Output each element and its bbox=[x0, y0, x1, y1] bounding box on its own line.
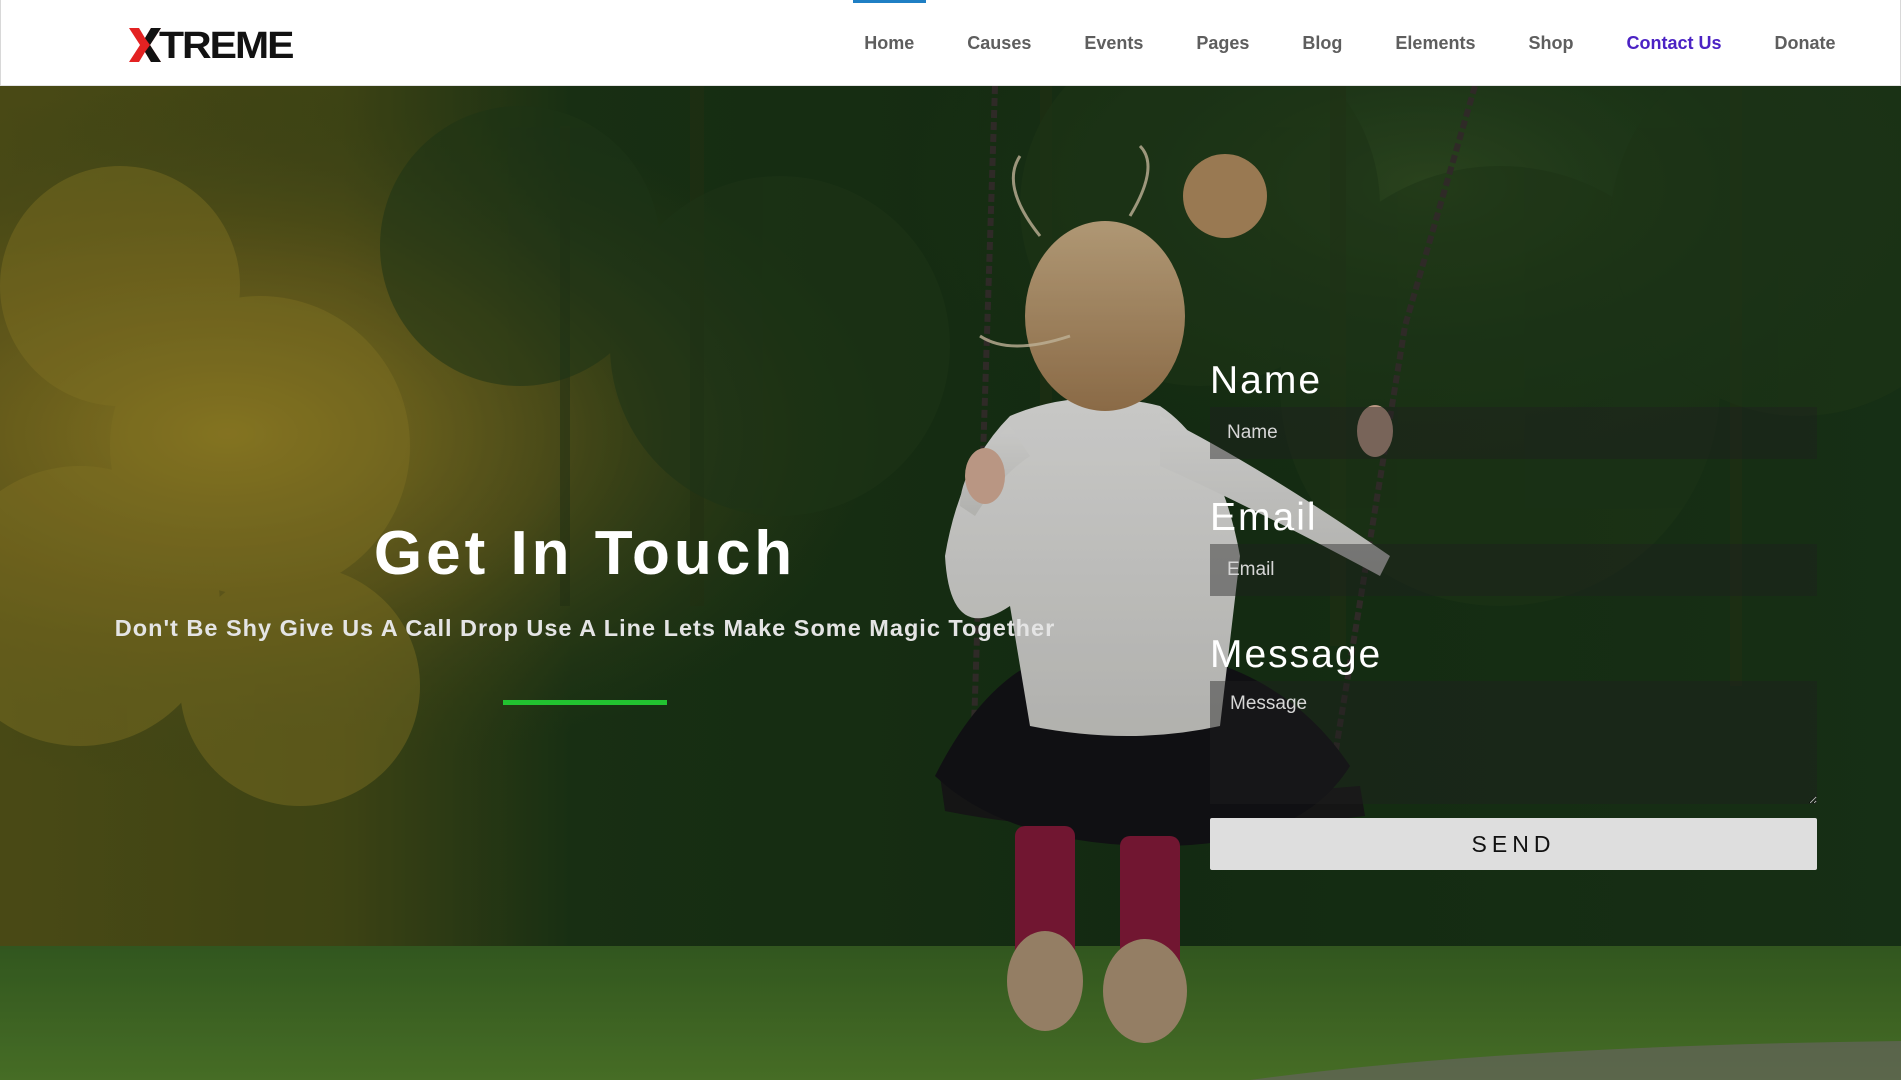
page: TREME Home Causes Events Pages Blog Elem… bbox=[0, 0, 1901, 1080]
logo-wordmark: TREME bbox=[159, 23, 294, 67]
top-navigation-bar: TREME Home Causes Events Pages Blog Elem… bbox=[0, 0, 1901, 86]
logo-x-icon bbox=[129, 28, 161, 62]
nav-item-contact-us[interactable]: Contact Us bbox=[1600, 0, 1748, 86]
nav-item-shop[interactable]: Shop bbox=[1502, 0, 1600, 86]
hero-tagline: Don't Be Shy Give Us A Call Drop Use A L… bbox=[114, 615, 1056, 641]
name-input[interactable] bbox=[1210, 407, 1817, 459]
nav-item-causes[interactable]: Causes bbox=[941, 0, 1058, 86]
message-label: Message bbox=[1210, 633, 1383, 676]
message-textarea[interactable] bbox=[1210, 681, 1817, 804]
send-button[interactable]: SEND bbox=[1210, 818, 1817, 870]
nav-item-donate[interactable]: Donate bbox=[1748, 0, 1862, 86]
name-label: Name bbox=[1210, 359, 1323, 402]
nav-item-pages[interactable]: Pages bbox=[1170, 0, 1276, 86]
title-divider bbox=[503, 700, 667, 705]
site-logo[interactable]: TREME bbox=[129, 23, 294, 67]
nav-item-events[interactable]: Events bbox=[1058, 0, 1170, 86]
email-label: Email bbox=[1210, 496, 1318, 539]
nav-item-home[interactable]: Home bbox=[838, 0, 941, 86]
contact-form: Name Email Message SEND bbox=[1210, 355, 1817, 870]
nav-item-elements[interactable]: Elements bbox=[1369, 0, 1502, 86]
main-menu: Home Causes Events Pages Blog Elements S… bbox=[838, 0, 1862, 86]
page-title: Get In Touch bbox=[373, 519, 797, 588]
email-input[interactable] bbox=[1210, 544, 1817, 596]
nav-item-blog[interactable]: Blog bbox=[1276, 0, 1369, 86]
